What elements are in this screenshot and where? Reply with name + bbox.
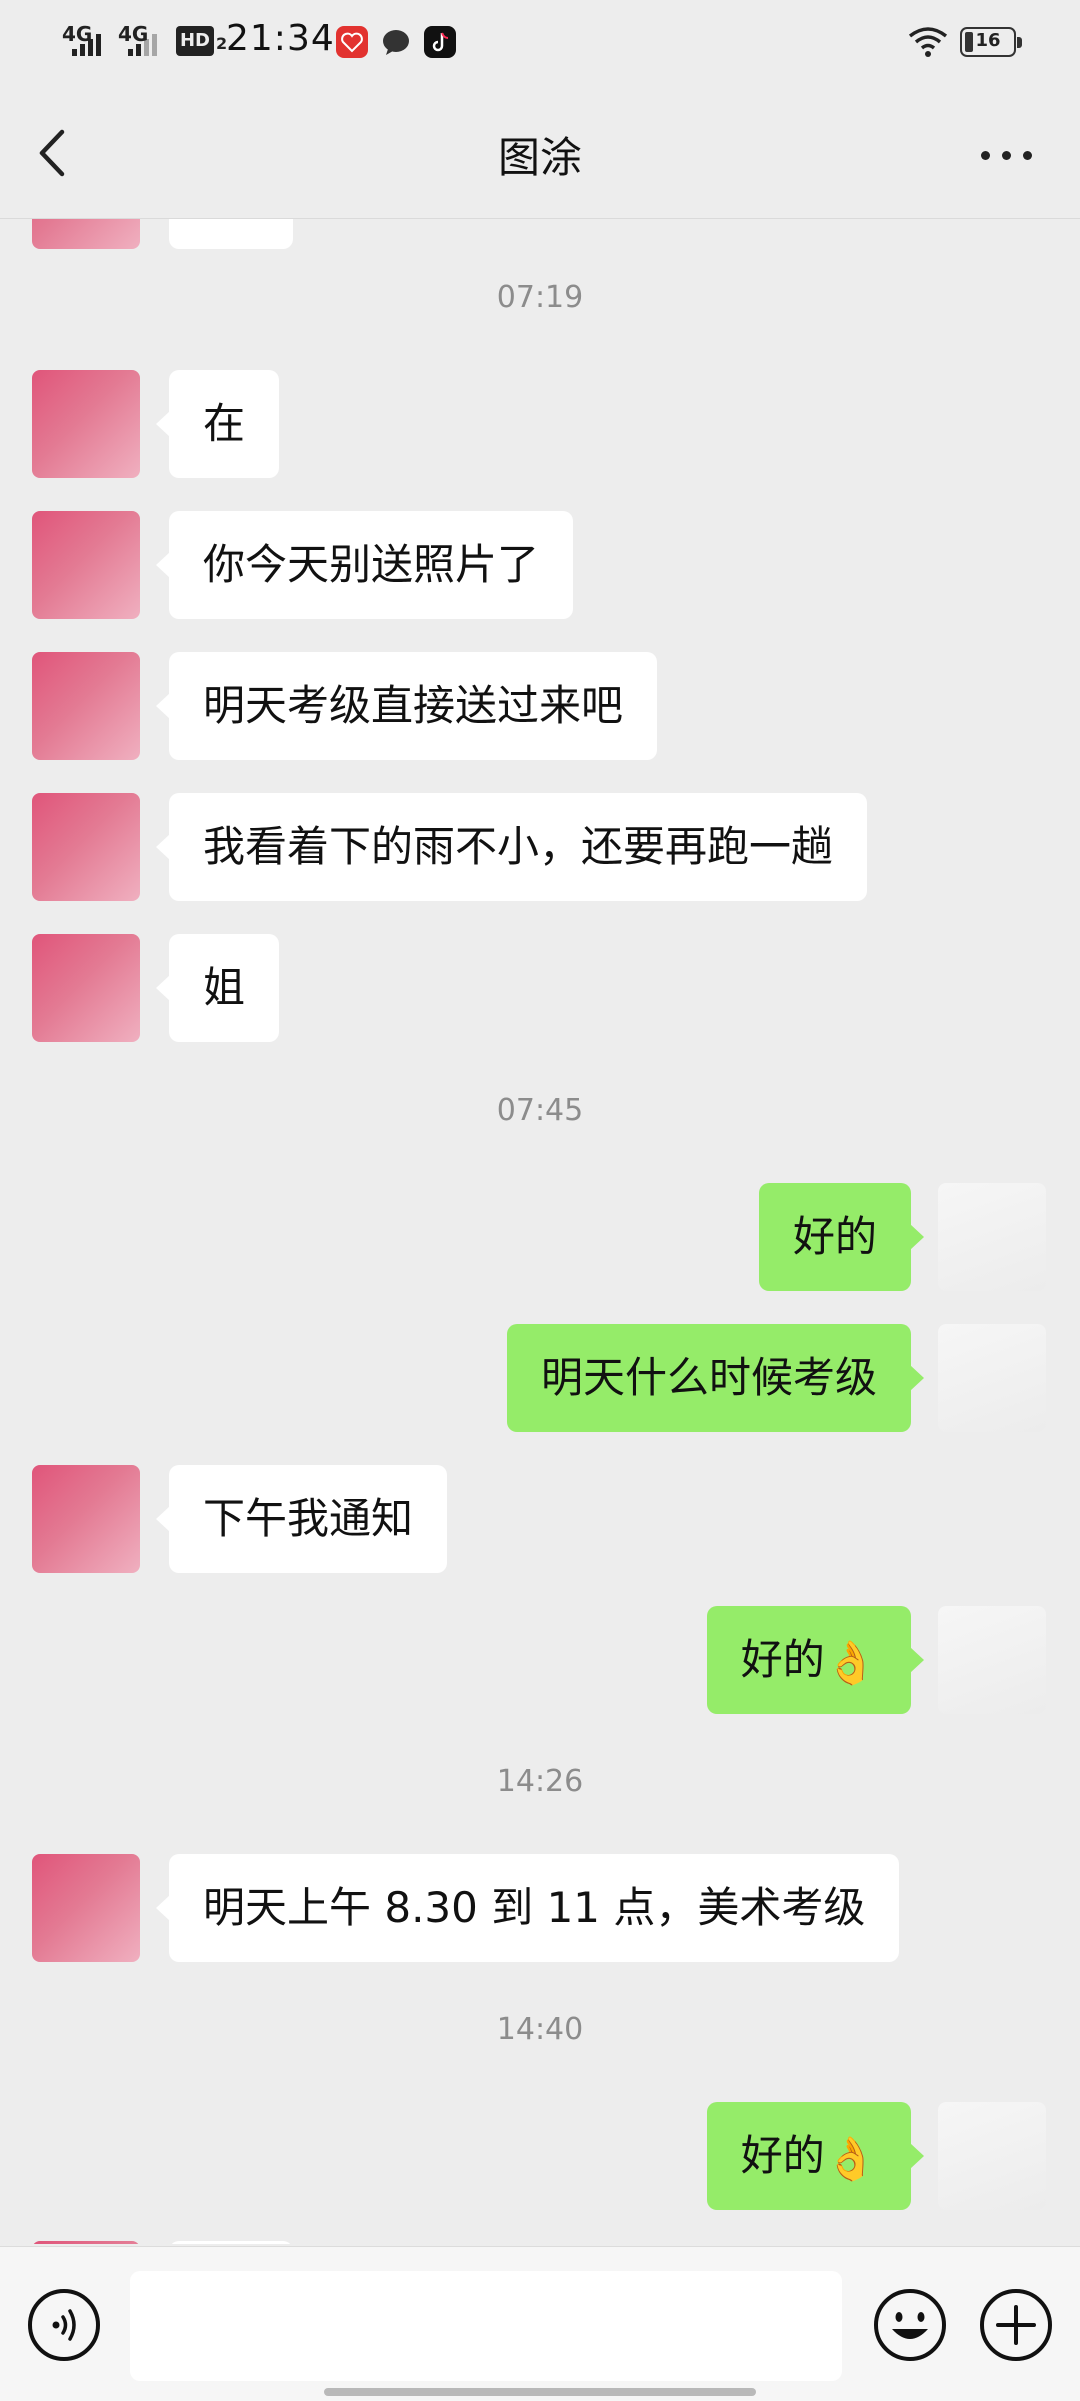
status-bar: 4G 4G HD 2 21:34 16 [0, 0, 1080, 84]
signal-1-icon [72, 34, 102, 56]
heart-app-icon [336, 26, 368, 58]
clock: 21:34 [226, 18, 335, 59]
tiktok-icon [424, 26, 456, 58]
contact-avatar[interactable] [32, 652, 140, 760]
home-indicator[interactable] [324, 2388, 756, 2396]
ok-hand-emoji-icon: 👌 [824, 1637, 877, 1687]
emoji-button[interactable] [872, 2287, 948, 2363]
message-list[interactable]: 07:19 在 你今天别送照片了 明天考级直接送过来吧 我看着下的雨不小，还要再… [0, 219, 1080, 2244]
contact-avatar[interactable] [32, 793, 140, 901]
ok-hand-emoji-icon: 👌 [824, 2133, 877, 2183]
message-bubble-partial[interactable] [169, 2241, 293, 2244]
my-avatar[interactable] [938, 1183, 1046, 1291]
input-bar [0, 2246, 1080, 2401]
message-bubble-outgoing[interactable]: 好的👌 [706, 1606, 925, 1714]
message-bubble-partial[interactable] [169, 219, 293, 249]
chat-header: 图涂 [0, 84, 1080, 219]
message-bubble-incoming[interactable]: 姐 [155, 934, 280, 1042]
my-avatar[interactable] [938, 1606, 1046, 1714]
more-options-button[interactable] [972, 124, 1042, 184]
chat-title: 图涂 [497, 133, 582, 182]
contact-avatar[interactable] [32, 2241, 140, 2244]
message-bubble-outgoing[interactable]: 好的 [758, 1183, 925, 1291]
message-input[interactable] [130, 2271, 842, 2381]
battery-level: 16 [975, 30, 1001, 51]
message-bubble-incoming[interactable]: 明天上午 8.30 到 11 点，美术考级 [155, 1854, 900, 1962]
message-bubble-incoming[interactable]: 明天考级直接送过来吧 [155, 652, 658, 760]
signal-2-icon [128, 34, 158, 56]
voice-wave-icon [52, 2309, 76, 2341]
contact-avatar[interactable] [32, 370, 140, 478]
message-bubble-incoming[interactable]: 你今天别送照片了 [155, 511, 574, 619]
timestamp: 07:19 [496, 280, 584, 315]
timestamp: 14:40 [496, 2012, 584, 2047]
message-bubble-incoming[interactable]: 下午我通知 [155, 1465, 448, 1573]
chat-bubble-icon [380, 26, 412, 58]
my-avatar[interactable] [938, 1324, 1046, 1432]
hd-icon: HD [176, 26, 214, 56]
more-functions-button[interactable] [978, 2287, 1054, 2363]
message-bubble-outgoing[interactable]: 好的👌 [706, 2102, 925, 2210]
message-bubble-incoming[interactable]: 我看着下的雨不小，还要再跑一趟 [155, 793, 868, 901]
wifi-icon [908, 26, 948, 62]
message-text: 好的 [740, 1635, 825, 1684]
message-bubble-incoming[interactable]: 在 [155, 370, 280, 478]
voice-input-button[interactable] [28, 2289, 100, 2361]
contact-avatar[interactable] [32, 934, 140, 1042]
battery-icon: 16 [960, 27, 1022, 57]
message-text: 好的 [740, 2131, 825, 2180]
timestamp: 07:45 [496, 1093, 584, 1128]
message-bubble-outgoing[interactable]: 明天什么时候考级 [506, 1324, 925, 1432]
contact-avatar[interactable] [32, 511, 140, 619]
smiley-icon [874, 2289, 946, 2361]
contact-avatar[interactable] [32, 1854, 140, 1962]
my-avatar[interactable] [938, 2102, 1046, 2210]
timestamp: 14:26 [496, 1764, 584, 1799]
contact-avatar[interactable] [32, 1465, 140, 1573]
contact-avatar[interactable] [32, 219, 140, 249]
plus-circle-icon [980, 2289, 1052, 2361]
